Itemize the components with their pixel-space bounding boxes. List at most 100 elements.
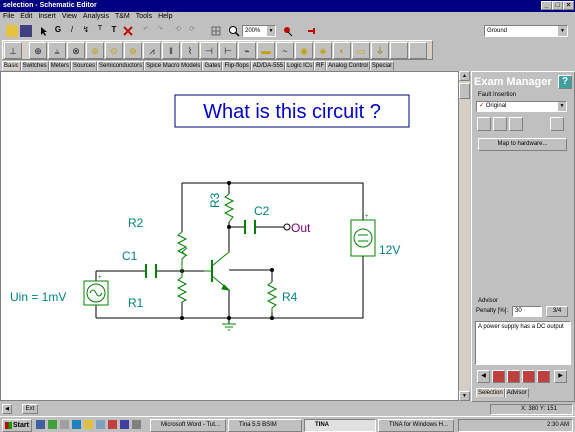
text-tool-icon[interactable]: T xyxy=(94,25,106,37)
undo-icon[interactable]: ↶ xyxy=(140,25,152,37)
advisor-tool3-icon[interactable] xyxy=(522,370,535,383)
meter-icon[interactable]: ◐ xyxy=(333,42,351,59)
tab-gates[interactable]: Gates xyxy=(202,61,223,71)
start-button[interactable]: Start xyxy=(2,419,32,432)
pen-icon[interactable]: / xyxy=(66,25,78,37)
vertical-scrollbar[interactable]: ▲ ▼ xyxy=(459,71,470,401)
scroll-thumb[interactable] xyxy=(459,83,470,99)
resistor-icon[interactable]: ⩘ xyxy=(143,42,161,59)
advisor-tool1-icon[interactable] xyxy=(492,370,505,383)
tab-logic-ics[interactable]: Logic ICs xyxy=(285,61,315,71)
pulse-source-icon[interactable]: ⊛ xyxy=(124,42,142,59)
menu-edit[interactable]: Edit xyxy=(17,12,35,22)
ac-source-icon[interactable]: ⊙ xyxy=(105,42,123,59)
wire-icon[interactable]: ⊥ xyxy=(4,42,22,59)
tab-spice-macro-models[interactable]: Spice Macro Models xyxy=(144,61,203,71)
tab-ad-da-555[interactable]: AD/DA-555 xyxy=(250,61,286,71)
quick-launch-icon[interactable] xyxy=(120,420,129,429)
tab-meters[interactable]: Meters xyxy=(48,61,72,71)
menu-view[interactable]: View xyxy=(59,12,80,22)
advisor-next-icon[interactable]: ▶ xyxy=(554,370,567,383)
task-tina-help[interactable]: TINA for Windows H... xyxy=(378,419,454,432)
empty-slot-1[interactable] xyxy=(390,42,408,59)
battery-icon[interactable]: ⫨ xyxy=(48,42,66,59)
rotate-right-icon[interactable]: ⟳ xyxy=(186,25,198,37)
prev-icon[interactable] xyxy=(493,117,507,131)
menu-analysis[interactable]: Analysis xyxy=(80,12,112,22)
delete-icon[interactable] xyxy=(122,25,134,37)
grid-icon[interactable] xyxy=(210,25,222,37)
schematic-canvas[interactable]: What is this circuit ? + + R3 C2 Out R2 … xyxy=(0,71,459,401)
quick-launch-icon[interactable] xyxy=(72,420,81,429)
tab-special[interactable]: Special xyxy=(369,61,394,71)
pointer-icon[interactable] xyxy=(38,25,50,37)
scroll-up-icon[interactable]: ▲ xyxy=(459,71,470,81)
sheet-tab[interactable]: Ext xyxy=(22,404,38,414)
transformer-icon[interactable]: ⊣ xyxy=(200,42,218,59)
scroll-down-icon[interactable]: ▼ xyxy=(459,391,470,401)
terminal-icon[interactable]: ▭ xyxy=(352,42,370,59)
tab-advisor[interactable]: Advisor xyxy=(504,388,529,398)
menu-file[interactable]: File xyxy=(0,12,17,22)
advisor-tool4-icon[interactable] xyxy=(537,370,550,383)
tab-rf[interactable]: RF xyxy=(314,61,327,71)
lamp-icon[interactable]: ~ xyxy=(276,42,294,59)
tab-selection[interactable]: Selection xyxy=(476,388,505,398)
map-to-hardware-button[interactable]: Map to hardware... xyxy=(478,138,567,151)
close-button[interactable]: × xyxy=(563,1,574,10)
open-icon[interactable] xyxy=(6,25,18,37)
tab-basic[interactable]: Basic xyxy=(2,61,21,71)
next-icon[interactable] xyxy=(509,117,523,131)
motor-icon[interactable]: ◉ xyxy=(295,42,313,59)
quick-launch-icon[interactable] xyxy=(60,420,69,429)
current-source-icon[interactable]: ⊗ xyxy=(67,42,85,59)
redo-icon[interactable]: ↷ xyxy=(154,25,166,37)
fuse-icon[interactable]: ▬ xyxy=(257,42,275,59)
quick-launch-icon[interactable] xyxy=(36,420,45,429)
zoom-icon[interactable] xyxy=(228,25,240,37)
pin-icon[interactable] xyxy=(306,25,318,37)
capacitor-icon[interactable]: ‖ xyxy=(162,42,180,59)
menu-help[interactable]: Help xyxy=(155,12,175,22)
component-select[interactable]: Ground ▼ xyxy=(484,25,568,37)
quick-launch-icon[interactable] xyxy=(108,420,117,429)
voltage-source-icon[interactable]: ⊕ xyxy=(29,42,47,59)
fault-select[interactable]: ✓ Original ▼ xyxy=(476,101,567,112)
maximize-button[interactable]: □ xyxy=(552,1,563,10)
led-icon[interactable]: ◈ xyxy=(314,42,332,59)
menu-tm[interactable]: T&M xyxy=(112,12,133,22)
advisor-tool2-icon[interactable] xyxy=(507,370,520,383)
sheet-prev-icon[interactable]: ◀ xyxy=(2,404,12,414)
tab-flip-flops[interactable]: Flip-flops xyxy=(222,61,251,71)
generator-icon[interactable]: ⊚ xyxy=(86,42,104,59)
task-word[interactable]: Microsoft Word - Tut... xyxy=(150,419,226,432)
task-tina-bsim[interactable]: Tina 5.5 BSIM xyxy=(228,419,302,432)
menu-insert[interactable]: Insert xyxy=(35,12,59,22)
help-icon[interactable]: ? xyxy=(558,75,572,89)
quick-launch-icon[interactable] xyxy=(84,420,93,429)
rotate-left-icon[interactable]: ⟲ xyxy=(172,25,184,37)
quick-launch-icon[interactable] xyxy=(96,420,105,429)
probe-icon[interactable] xyxy=(282,25,294,37)
tab-semiconductors[interactable]: Semiconductors xyxy=(97,61,145,71)
save-icon[interactable] xyxy=(20,25,32,37)
minimize-button[interactable]: _ xyxy=(541,1,552,10)
quick-launch-icon[interactable] xyxy=(48,420,57,429)
jumper-icon[interactable]: ↯ xyxy=(80,25,92,37)
tab-analog-control[interactable]: Analog Control xyxy=(326,61,370,71)
tab-switches[interactable]: Switches xyxy=(20,61,49,71)
penalty-input[interactable]: 30 xyxy=(512,306,542,317)
menu-tools[interactable]: Tools xyxy=(133,12,155,22)
task-tina[interactable]: TINA xyxy=(304,419,376,432)
ground-icon[interactable]: ⏚ xyxy=(371,42,389,59)
wire-tool-icon[interactable]: G xyxy=(52,25,64,37)
first-icon[interactable] xyxy=(477,117,491,131)
switch-icon[interactable]: ⌁ xyxy=(238,42,256,59)
check-button-icon[interactable] xyxy=(550,117,564,131)
advisor-prev-icon[interactable]: ◀ xyxy=(477,370,490,383)
quick-launch-icon[interactable] xyxy=(132,420,141,429)
tab-sources[interactable]: Sources xyxy=(71,61,98,71)
zoom-select[interactable]: 200% ▼ xyxy=(242,25,276,37)
inductor-icon[interactable]: ⌇ xyxy=(181,42,199,59)
empty-slot-2[interactable] xyxy=(409,42,427,59)
